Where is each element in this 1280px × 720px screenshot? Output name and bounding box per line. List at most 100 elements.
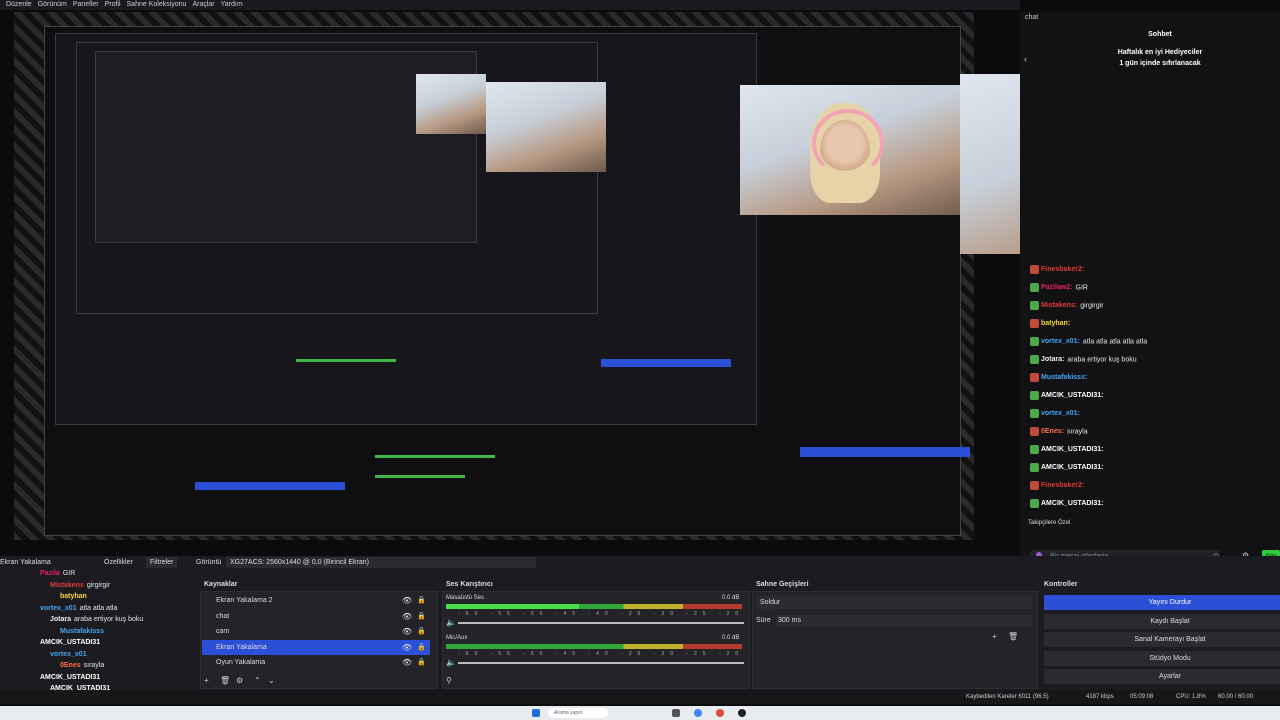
mixer-header: Ses Karıştırıcı: [446, 581, 493, 588]
cpu-usage: CPU: 1.8%: [1176, 694, 1206, 700]
chat-message: AMCIK_USTADI31:: [1030, 499, 1107, 508]
obs-icon[interactable]: [738, 709, 746, 717]
chat-username[interactable]: 0Enes:: [1041, 428, 1064, 435]
chat-username[interactable]: vortex_x01:: [1041, 338, 1080, 345]
display-select[interactable]: XG27ACS: 2560x1440 @ 0,0 (Birincil Ekran…: [226, 557, 536, 568]
control-button[interactable]: Sanal Kamerayı Başlat: [1044, 632, 1280, 647]
menu-item[interactable]: Görünüm: [38, 1, 67, 8]
lock-icon[interactable]: 🔒: [417, 624, 426, 639]
source-settings-icon[interactable]: ⚙: [236, 676, 243, 685]
captured-chat-message: Jotara araba ertiyor kuş boku: [50, 616, 143, 623]
control-button[interactable]: Yayını Durdur: [1044, 595, 1280, 610]
menu-item[interactable]: Paneller: [73, 1, 99, 8]
properties-button[interactable]: Özellikler: [104, 559, 133, 566]
badge-icon: [1030, 265, 1039, 274]
chat-text: araba ertiyor kuş boku: [1067, 356, 1137, 364]
add-transition-icon[interactable]: +: [992, 632, 997, 641]
duration-input[interactable]: 300 ms: [776, 615, 1032, 627]
visibility-icon[interactable]: 👁: [402, 624, 412, 639]
remove-source-icon[interactable]: 🗑: [220, 676, 230, 685]
display-label: Görüntü: [196, 559, 222, 566]
filters-button[interactable]: Filtreler: [146, 557, 178, 568]
source-item[interactable]: Ekran Yakalama 👁 🔒: [202, 639, 430, 655]
menu-item[interactable]: Yardım: [221, 1, 243, 8]
speaker-icon[interactable]: 🔈: [446, 618, 456, 627]
badge-icon: [1030, 499, 1039, 508]
visibility-icon[interactable]: 👁: [402, 640, 412, 655]
volume-slider-desktop[interactable]: [458, 622, 744, 624]
chat-username[interactable]: Mistakens:: [1041, 302, 1077, 309]
chat-message: Finesbaker2:: [1030, 481, 1087, 490]
browser-icon[interactable]: [694, 709, 702, 717]
source-item[interactable]: chat 👁 🔒: [202, 609, 430, 624]
duration-label: Süre: [756, 617, 771, 624]
app-icon[interactable]: [716, 709, 724, 717]
chat-message: Pazilaw2: GIR: [1030, 283, 1088, 292]
taskbar-search[interactable]: Arama yapın: [548, 708, 608, 718]
lock-icon[interactable]: 🔒: [417, 655, 426, 670]
captured-chat-text: sırayla: [83, 662, 105, 669]
visibility-icon[interactable]: 👁: [402, 593, 412, 608]
chat-username[interactable]: Jotara:: [1041, 356, 1064, 363]
control-button[interactable]: Ayarlar: [1044, 669, 1280, 684]
add-source-icon[interactable]: +: [204, 676, 209, 685]
visibility-icon[interactable]: 👁: [402, 609, 412, 624]
chat-message: vortex_x01: atla atla atla atla atla: [1030, 337, 1147, 346]
sources-header: Kaynaklar: [204, 581, 238, 588]
chat-username[interactable]: AMCIK_USTADI31:: [1041, 446, 1104, 453]
chat-text: girgirgir: [1080, 302, 1104, 310]
menu-item[interactable]: Düzenle: [6, 1, 32, 8]
chevron-left-icon[interactable]: ‹: [1024, 54, 1027, 64]
chat-username[interactable]: Mustafakisss:: [1041, 374, 1087, 381]
badge-icon: [1030, 409, 1039, 418]
status-bar: Kaybedilen Kareler 6011 (96.5) 4187 kbps…: [0, 690, 1280, 704]
nested-webcam-large: [740, 85, 970, 215]
lock-icon[interactable]: 🔒: [417, 640, 426, 655]
control-button[interactable]: Kaydı Başlat: [1044, 613, 1280, 629]
taskview-icon[interactable]: [672, 709, 680, 717]
source-item[interactable]: cam 👁 🔒: [202, 624, 430, 639]
move-up-icon[interactable]: ⌃: [254, 676, 261, 685]
followers-only-label: Takipçilere Özel: [1028, 520, 1071, 526]
chat-message: Mustafakisss:: [1030, 373, 1090, 382]
chat-username[interactable]: vortex_x01:: [1041, 410, 1080, 417]
start-icon[interactable]: [532, 709, 540, 717]
nested-window-1: [55, 33, 757, 425]
source-item[interactable]: Ekran Yakalama 2 👁 🔒: [202, 593, 430, 608]
chat-username[interactable]: Finesbaker2:: [1041, 266, 1084, 273]
chat-username[interactable]: AMCIK_USTADI31:: [1041, 392, 1104, 399]
chat-username[interactable]: AMCIK_USTADI31:: [1041, 464, 1104, 471]
badge-icon: [1030, 427, 1039, 436]
speaker-icon[interactable]: 🔈: [446, 658, 456, 667]
badge-icon: [1030, 283, 1039, 292]
volume-slider-mic[interactable]: [458, 662, 744, 664]
visibility-icon[interactable]: 👁: [402, 655, 412, 670]
captured-chat-message: AMCIK_USTADI31: [40, 674, 103, 681]
chat-message: Finesbaker2:: [1030, 265, 1087, 274]
source-label: Ekran Yakalama 2: [216, 597, 273, 604]
lock-icon[interactable]: 🔒: [417, 593, 426, 608]
menu-item[interactable]: Profil: [105, 1, 121, 8]
chat-username[interactable]: batyhan:: [1041, 320, 1070, 327]
preview-canvas[interactable]: [14, 12, 974, 540]
nested-stop-button: [601, 359, 731, 367]
move-down-icon[interactable]: ⌄: [268, 676, 275, 685]
menu-item[interactable]: Sahne Koleksiyonu: [127, 1, 187, 8]
control-button[interactable]: Stüdyo Modu: [1044, 650, 1280, 666]
chat-text: GIR: [1075, 284, 1088, 292]
menu-item[interactable]: Araçlar: [192, 1, 214, 8]
controls-header: Kontroller: [1044, 581, 1078, 588]
link-icon[interactable]: ⚲: [446, 676, 452, 685]
lock-icon[interactable]: 🔒: [417, 609, 426, 624]
captured-chat-username: batyhan: [60, 593, 87, 600]
chat-text: sırayla: [1066, 428, 1088, 436]
chat-username[interactable]: Pazilaw2:: [1041, 284, 1073, 291]
badge-icon: [1030, 391, 1039, 400]
chat-message: AMCIK_USTADI31:: [1030, 463, 1107, 472]
transition-select[interactable]: Soldur: [756, 596, 1032, 609]
nested-controls-stop: [800, 447, 970, 457]
chat-username[interactable]: Finesbaker2:: [1041, 482, 1084, 489]
chat-username[interactable]: AMCIK_USTADI31:: [1041, 500, 1104, 507]
source-item[interactable]: Oyun Yakalama 👁 🔒: [202, 655, 430, 670]
remove-transition-icon[interactable]: 🗑: [1008, 632, 1018, 641]
